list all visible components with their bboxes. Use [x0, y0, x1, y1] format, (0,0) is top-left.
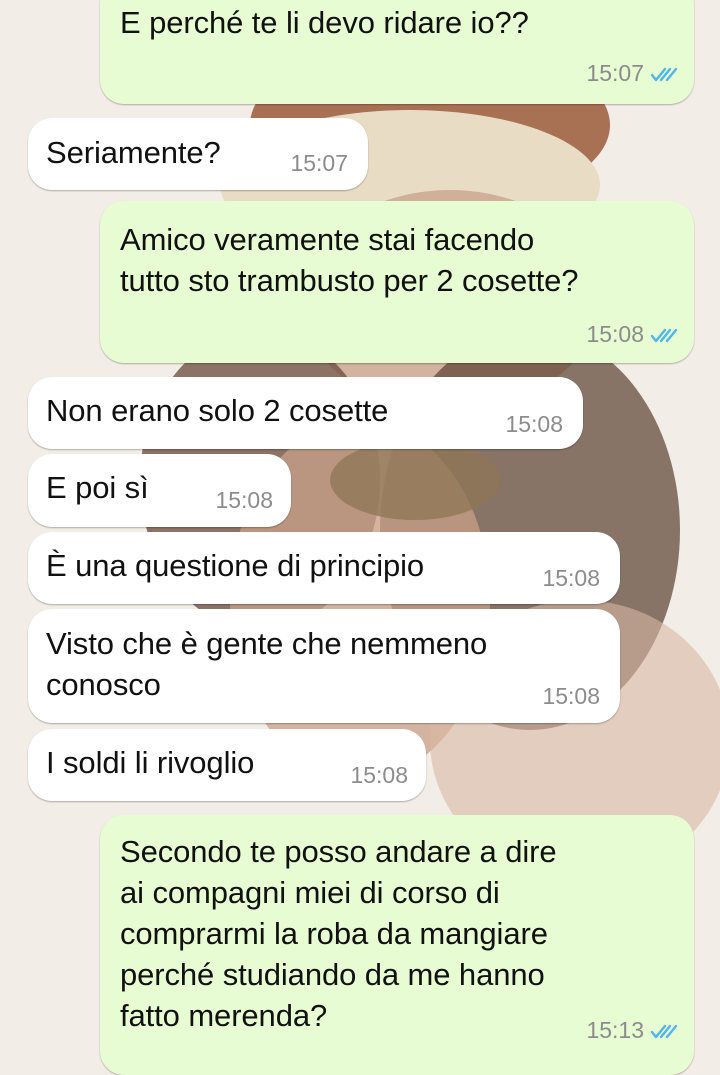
message-text: E poi sì	[46, 470, 149, 505]
message-meta: 15:07	[586, 60, 680, 87]
message-meta: 15:08	[505, 411, 563, 438]
message-time: 15:08	[350, 762, 408, 788]
message-text: Visto che è gente che nemmeno conosco	[46, 626, 488, 702]
double-check-icon	[650, 328, 678, 342]
incoming-message[interactable]: È una questione di principio 15:08	[28, 532, 620, 604]
message-time: 15:08	[215, 487, 273, 513]
incoming-message[interactable]: E poi sì 15:08	[28, 454, 291, 527]
message-time: 15:08	[505, 411, 563, 437]
message-text: I soldi li rivoglio	[46, 745, 255, 780]
incoming-message[interactable]: Visto che è gente che nemmeno conosco 15…	[28, 609, 620, 723]
outgoing-message[interactable]: Secondo te posso andare a dire ai compag…	[100, 815, 694, 1075]
double-check-icon	[650, 1024, 678, 1038]
outgoing-message[interactable]: E perché te li devo ridare io?? 15:07	[100, 0, 694, 104]
message-time: 15:08	[586, 321, 644, 347]
message-time: 15:13	[586, 1017, 644, 1043]
incoming-message[interactable]: Non erano solo 2 cosette 15:08	[28, 377, 583, 449]
message-text: È una questione di principio	[46, 548, 425, 583]
outgoing-message[interactable]: Amico veramente stai facendo tutto sto t…	[100, 201, 694, 363]
message-text: Secondo te posso andare a dire ai compag…	[120, 834, 557, 1033]
incoming-message[interactable]: I soldi li rivoglio 15:08	[28, 729, 426, 801]
message-list[interactable]: E perché te li devo ridare io?? 15:07 Se…	[0, 0, 720, 1075]
message-text: Seriamente?	[46, 135, 221, 170]
message-time: 15:07	[586, 60, 644, 86]
message-text: Non erano solo 2 cosette	[46, 393, 389, 428]
message-meta: 15:08	[215, 487, 273, 514]
double-check-icon	[650, 67, 678, 81]
message-meta: 15:08	[586, 321, 680, 348]
message-time: 15:07	[290, 150, 348, 176]
message-meta: 15:08	[542, 565, 600, 592]
incoming-message[interactable]: Seriamente? 15:07	[28, 118, 368, 190]
message-meta: 15:08	[542, 683, 600, 710]
message-meta: 15:08	[350, 762, 408, 789]
message-text: Amico veramente stai facendo tutto sto t…	[120, 222, 579, 298]
message-text: E perché te li devo ridare io??	[120, 5, 529, 40]
message-meta: 15:13	[586, 1017, 680, 1044]
message-time: 15:08	[542, 683, 600, 709]
message-time: 15:08	[542, 565, 600, 591]
message-meta: 15:07	[290, 150, 348, 177]
